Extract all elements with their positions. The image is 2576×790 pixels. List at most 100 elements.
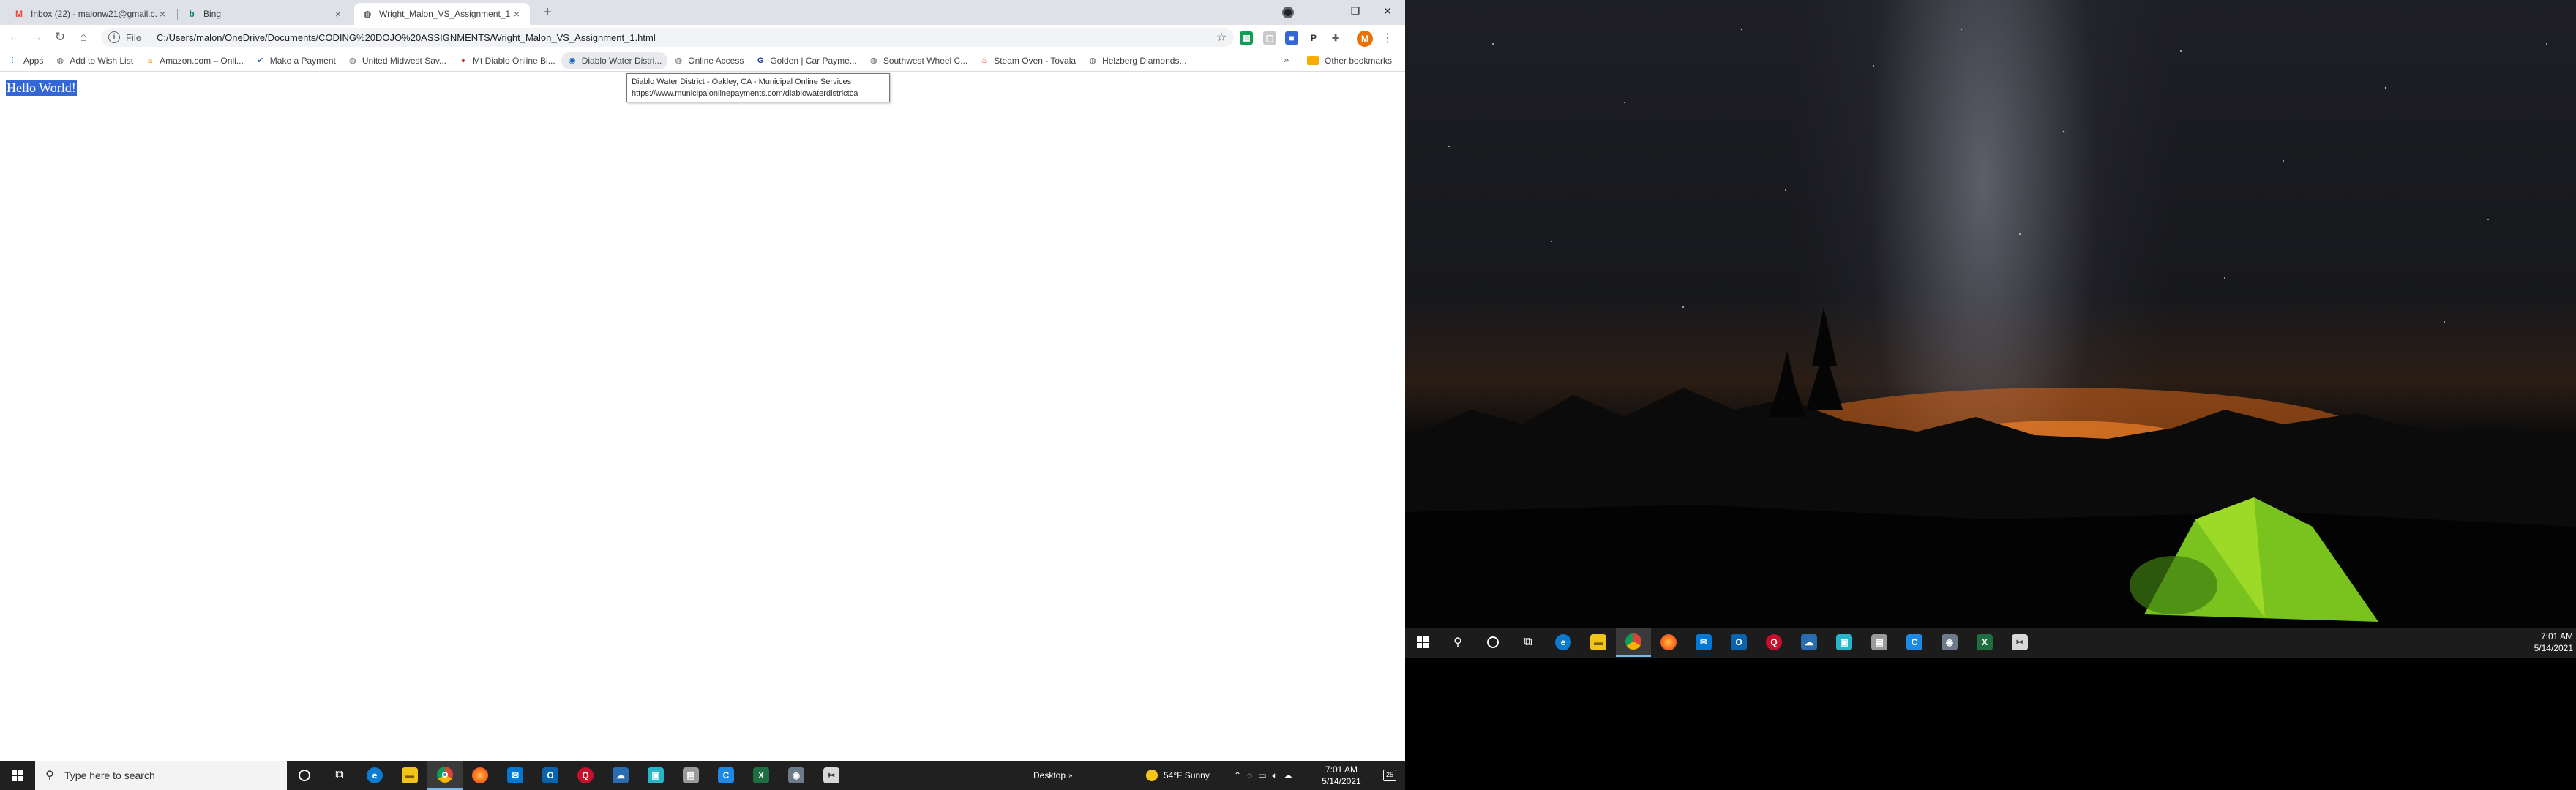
- taskbar-edge[interactable]: e: [357, 761, 392, 790]
- task-view-button-secondary[interactable]: ⧉: [1510, 628, 1546, 657]
- ccleaner-icon: C: [718, 767, 734, 783]
- volume-icon[interactable]: 🔈︎: [1273, 770, 1278, 781]
- extensions-puzzle-icon[interactable]: ✚: [1329, 31, 1342, 45]
- taskbar-chrome[interactable]: [427, 761, 463, 790]
- bookmark-tovala[interactable]: ♨ Steam Oven - Tovala: [973, 52, 1082, 69]
- cortana-button[interactable]: [287, 761, 322, 790]
- minimize-button[interactable]: —: [1303, 0, 1338, 22]
- mail-icon: ✉: [507, 767, 523, 783]
- taskbar2-app-teal[interactable]: ▣: [1827, 628, 1862, 657]
- firefox-icon: [472, 767, 488, 783]
- taskbar-camera[interactable]: ◉: [779, 761, 814, 790]
- task-view-button[interactable]: ⧉: [322, 761, 357, 790]
- bookmark-make-payment[interactable]: ✔ Make a Payment: [250, 52, 342, 69]
- bookmark-mt-diablo[interactable]: ♦ Mt Diablo Online Bi...: [452, 52, 561, 69]
- taskbar2-quicken[interactable]: Q: [1756, 628, 1791, 657]
- menu-kebab-icon[interactable]: ⋮: [1382, 30, 1393, 48]
- taskbar-outlook[interactable]: O: [533, 761, 568, 790]
- url-text[interactable]: C:/Users/malon/OneDrive/Documents/CODING…: [157, 32, 1213, 43]
- tab-gmail[interactable]: M Inbox (22) - malonw21@gmail.c... ×: [6, 3, 176, 25]
- taskbar2-camera[interactable]: ◉: [1932, 628, 1967, 657]
- new-tab-button[interactable]: +: [539, 4, 556, 22]
- tab-assignment[interactable]: ◍ Wright_Malon_VS_Assignment_1... ×: [354, 3, 530, 25]
- bookmark-southwest-wheel[interactable]: ◍ Southwest Wheel C...: [863, 52, 973, 69]
- bookmark-star-icon[interactable]: ☆: [1213, 30, 1229, 45]
- taskbar2-onedrive[interactable]: ☁: [1791, 628, 1827, 657]
- taskbar-ccleaner[interactable]: C: [708, 761, 744, 790]
- back-arrow-icon[interactable]: ←: [6, 29, 23, 46]
- taskbar2-excel[interactable]: X: [1967, 628, 2002, 657]
- taskbar2-edge[interactable]: e: [1546, 628, 1581, 657]
- reload-icon[interactable]: ↻: [51, 29, 69, 46]
- bookmark-wish-list[interactable]: ◍ Add to Wish List: [49, 52, 139, 69]
- taskbar-excel[interactable]: X: [744, 761, 779, 790]
- profile-indicator-icon[interactable]: [1282, 7, 1294, 18]
- start-button[interactable]: [0, 761, 35, 790]
- bookmark-helzberg[interactable]: ◍ Helzberg Diamonds...: [1082, 52, 1192, 69]
- bookmark-label: Golden | Car Payme...: [770, 55, 857, 66]
- avatar[interactable]: M: [1357, 31, 1373, 47]
- taskbar-app-teal[interactable]: ▣: [638, 761, 673, 790]
- folder-icon: ▬: [402, 767, 418, 783]
- bookmark-diablo-water[interactable]: ◉ Diablo Water Distri...: [561, 51, 668, 69]
- app-teal-icon: ▣: [1836, 634, 1852, 650]
- weather-text: 54°F Sunny: [1164, 770, 1210, 780]
- taskbar-file-explorer[interactable]: ▬: [392, 761, 427, 790]
- close-tab-icon[interactable]: ×: [157, 8, 168, 20]
- home-icon[interactable]: ⌂: [75, 29, 92, 46]
- address-bar[interactable]: i File C:/Users/malon/OneDrive/Documents…: [101, 28, 1234, 47]
- tab-bing[interactable]: b Bing ×: [179, 3, 351, 25]
- search-icon: ⚲: [45, 770, 54, 782]
- extension-gray-icon[interactable]: ▢: [1263, 31, 1276, 45]
- bookmark-amazon[interactable]: a Amazon.com – Onli...: [139, 52, 250, 69]
- close-window-button[interactable]: ✕: [1370, 0, 1405, 22]
- close-tab-icon[interactable]: ×: [511, 8, 523, 20]
- taskbar-mail[interactable]: ✉: [498, 761, 533, 790]
- desktop-toolbar[interactable]: Desktop »: [1033, 761, 1073, 790]
- taskbar-search-input[interactable]: ⚲ Type here to search: [35, 761, 287, 790]
- weather-widget[interactable]: 54°F Sunny: [1146, 761, 1210, 790]
- cortana-button-secondary[interactable]: [1475, 628, 1510, 657]
- globe-icon: ◍: [349, 56, 356, 65]
- close-tab-icon[interactable]: ×: [332, 8, 344, 20]
- network-icon[interactable]: ▭: [1258, 770, 1266, 780]
- taskbar-app-gray[interactable]: ▤: [673, 761, 708, 790]
- secondary-clock[interactable]: 7:01 AM 5/14/2021: [2510, 631, 2573, 654]
- bookmark-apps[interactable]: ⁞⁞ Apps: [0, 52, 49, 69]
- forward-arrow-icon[interactable]: →: [28, 29, 45, 46]
- other-bookmarks-label: Other bookmarks: [1325, 56, 1393, 66]
- globe-icon: ◍: [870, 56, 877, 65]
- taskbar-firefox[interactable]: [463, 761, 498, 790]
- taskbar-clock[interactable]: 7:01 AM 5/14/2021: [1308, 764, 1374, 787]
- taskbar2-app-gray[interactable]: ▤: [1862, 628, 1897, 657]
- onedrive-cloud-icon[interactable]: ☁: [1284, 770, 1292, 780]
- restore-button[interactable]: ❐: [1338, 0, 1373, 22]
- taskbar2-firefox[interactable]: [1651, 628, 1686, 657]
- bookmark-tooltip: Diablo Water District - Oakley, CA - Mun…: [626, 73, 890, 102]
- notification-center-button[interactable]: 25: [1374, 761, 1405, 790]
- taskbar2-chrome[interactable]: [1616, 628, 1651, 657]
- extension-sheets-icon[interactable]: ▦: [1240, 31, 1253, 45]
- taskbar2-outlook[interactable]: O: [1721, 628, 1756, 657]
- taskbar-quicken[interactable]: Q: [568, 761, 603, 790]
- taskbar2-file-explorer[interactable]: ▬: [1581, 628, 1616, 657]
- chevron-up-icon[interactable]: ⌃: [1234, 770, 1241, 780]
- other-bookmarks[interactable]: Other bookmarks: [1307, 52, 1392, 69]
- tab-title: Bing: [203, 9, 222, 19]
- tray-app-icon[interactable]: ◌: [1247, 770, 1252, 780]
- search-button-secondary[interactable]: ⚲: [1440, 628, 1475, 657]
- extension-p-icon[interactable]: P: [1307, 31, 1320, 45]
- taskbar2-ccleaner[interactable]: C: [1897, 628, 1932, 657]
- extension-blue-icon[interactable]: ■: [1285, 31, 1298, 45]
- more-bookmarks-chevron-icon[interactable]: »: [1284, 54, 1289, 65]
- bookmark-golden[interactable]: G Golden | Car Payme...: [749, 52, 863, 69]
- night-sky-camping-image: [1405, 28, 2576, 658]
- taskbar2-snipping[interactable]: ✂: [2002, 628, 2037, 657]
- taskbar-snipping[interactable]: ✂: [814, 761, 849, 790]
- taskbar2-mail[interactable]: ✉: [1686, 628, 1721, 657]
- start-button-secondary[interactable]: [1405, 628, 1440, 657]
- bookmark-united-midwest[interactable]: ◍ United Midwest Sav...: [342, 52, 452, 69]
- bookmark-online-access[interactable]: ◍ Online Access: [667, 52, 749, 69]
- info-icon[interactable]: i: [108, 31, 120, 43]
- taskbar-onedrive[interactable]: ☁: [603, 761, 638, 790]
